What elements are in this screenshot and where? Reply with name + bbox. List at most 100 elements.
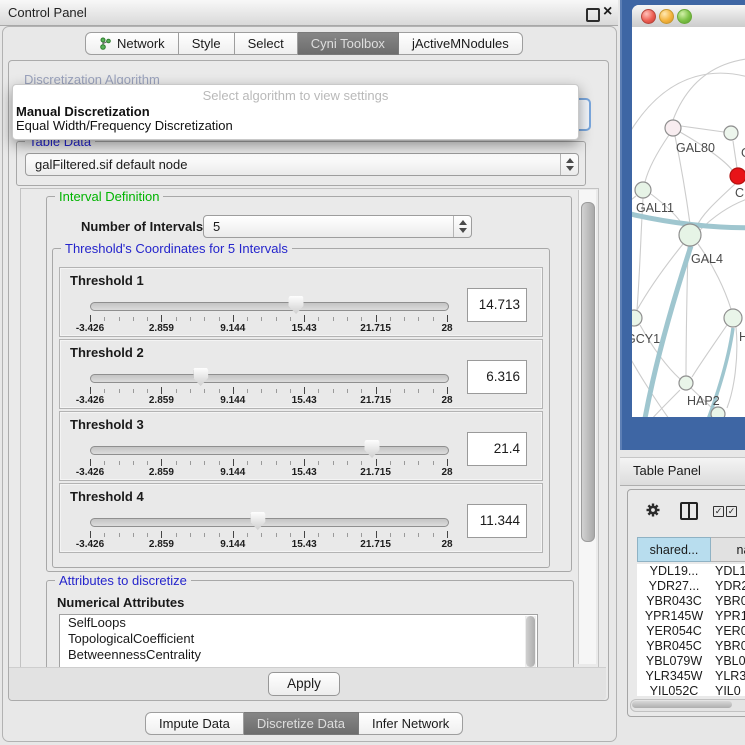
zoom-traffic-light[interactable] [677,9,692,24]
slider-thumb[interactable] [289,296,304,314]
checkbox-icon[interactable]: ✓ [726,506,737,517]
slider-thumb[interactable] [250,512,265,530]
network-node[interactable] [679,224,701,246]
numerical-attributes-list[interactable]: SelfLoopsTopologicalCoefficientBetweenne… [59,614,538,669]
name-cell[interactable]: YBR0 [711,639,745,654]
slider-track[interactable] [90,302,449,311]
split-columns-icon[interactable] [680,502,698,520]
shared-name-cell[interactable]: YDL19... [637,564,711,579]
table-row[interactable]: YBR043CYBR0 [637,594,745,609]
name-cell[interactable]: YDL1 [711,564,745,579]
network-edge[interactable] [645,135,669,182]
network-edge[interactable] [697,184,735,226]
slider-thumb[interactable] [365,440,380,458]
table-row[interactable]: YDL19...YDL1 [637,564,745,579]
name-cell[interactable]: YLR3 [711,669,745,684]
network-node[interactable] [665,120,681,136]
num-intervals-select[interactable]: 5 [203,215,472,238]
tab-impute-data[interactable]: Impute Data [145,712,244,735]
name-cell[interactable]: YBL0 [711,654,745,669]
attribute-list-item[interactable]: SelfLoops [60,615,537,631]
name-cell[interactable]: YER0 [711,624,745,639]
shared-name-cell[interactable]: YPR145W [637,609,711,624]
shared-name-cell[interactable]: YBL079W [637,654,711,669]
tick [190,533,191,537]
network-node[interactable] [632,310,642,326]
algorithm-option[interactable]: Equal Width/Frequency Discretization [16,119,233,133]
slider-ticks [90,315,447,323]
float-window-icon[interactable] [586,8,600,22]
shared-name-cell[interactable]: YBR043C [637,594,711,609]
settings-scrollbar-thumb[interactable] [581,202,595,542]
slider-track[interactable] [90,446,449,455]
network-node[interactable] [711,407,725,417]
name-cell[interactable]: YIL0 [711,684,745,696]
table-row[interactable]: YIL052CYIL0 [637,684,745,696]
tab-infer-network[interactable]: Infer Network [359,712,463,735]
algorithm-option[interactable]: Manual Discretization [16,105,150,119]
table-row[interactable]: YBR045CYBR0 [637,639,745,654]
settings-scrollbar[interactable] [578,190,596,664]
network-edge[interactable] [692,325,727,377]
table-horizontal-scrollbar[interactable] [630,699,745,712]
slider-track[interactable] [90,374,449,383]
threshold-value-field[interactable]: 14.713 [467,288,527,322]
tab-style[interactable]: Style [179,32,235,55]
shared-name-cell[interactable]: YIL052C [637,684,711,696]
table-row[interactable]: YDR27...YDR2 [637,579,745,594]
network-edge[interactable] [681,126,724,132]
tick [276,317,277,321]
network-node-label: C [735,186,744,200]
network-node[interactable] [724,126,738,140]
tab-jactivemnodules[interactable]: jActiveMNodules [399,32,523,55]
name-cell[interactable]: YDR2 [711,579,745,594]
tab-network[interactable]: Network [85,32,179,55]
list-scrollbar[interactable] [525,616,536,667]
shared-name-cell[interactable]: YLR345W [637,669,711,684]
attribute-list-item[interactable]: BetweennessCentrality [60,647,537,663]
slider-track[interactable] [90,518,449,527]
network-edge[interactable] [673,58,745,120]
gear-icon[interactable] [645,502,661,518]
network-canvas[interactable]: GAL80GALCGAL11GAL4GCY1HHAP2 [632,27,745,417]
table-row[interactable]: YPR145WYPR1 [637,609,745,624]
threshold-value-field[interactable]: 11.344 [467,504,527,538]
network-edge[interactable] [733,141,737,168]
combo-spinner[interactable] [453,216,471,237]
tab-select[interactable]: Select [235,32,298,55]
list-scrollbar-thumb[interactable] [526,616,535,667]
table-hscrollbar-thumb[interactable] [632,701,732,708]
name-cell[interactable]: YBR0 [711,594,745,609]
tab-discretize-data[interactable]: Discretize Data [244,712,359,735]
network-node-label: HAP2 [687,394,720,408]
close-icon[interactable]: × [603,3,612,21]
table-row[interactable]: YBL079WYBL0 [637,654,745,669]
close-traffic-light[interactable] [641,9,656,24]
shared-name-cell[interactable]: YER054C [637,624,711,639]
tab-cyni-toolbox[interactable]: Cyni Toolbox [298,32,399,55]
minimize-traffic-light[interactable] [659,9,674,24]
shared-name-cell[interactable]: YDR27... [637,579,711,594]
network-node[interactable] [679,376,693,390]
column-header-name[interactable]: na [711,537,745,562]
apply-button[interactable]: Apply [268,672,340,696]
table-row[interactable]: YER054CYER0 [637,624,745,639]
network-node[interactable] [724,309,742,327]
network-edge[interactable] [632,73,745,132]
network-edge[interactable] [635,390,680,417]
network-node[interactable] [635,182,651,198]
combo-spinner[interactable] [560,154,578,175]
network-node[interactable] [730,168,745,184]
attribute-list-item[interactable]: TopologicalCoefficient [60,631,537,647]
threshold-value-field[interactable]: 21.4 [467,432,527,466]
name-cell[interactable]: YPR1 [711,609,745,624]
table-row[interactable]: YLR345WYLR3 [637,669,745,684]
slider-thumb[interactable] [193,368,208,386]
checkbox-icon[interactable]: ✓ [713,506,724,517]
network-window-titlebar[interactable] [632,5,745,28]
algorithm-placeholder-option[interactable]: Select algorithm to view settings [13,88,578,103]
column-header-shared-name[interactable]: shared... [637,537,711,562]
threshold-value-field[interactable]: 6.316 [467,360,527,394]
table-data-select[interactable]: galFiltered.sif default node [25,153,579,176]
shared-name-cell[interactable]: YBR045C [637,639,711,654]
